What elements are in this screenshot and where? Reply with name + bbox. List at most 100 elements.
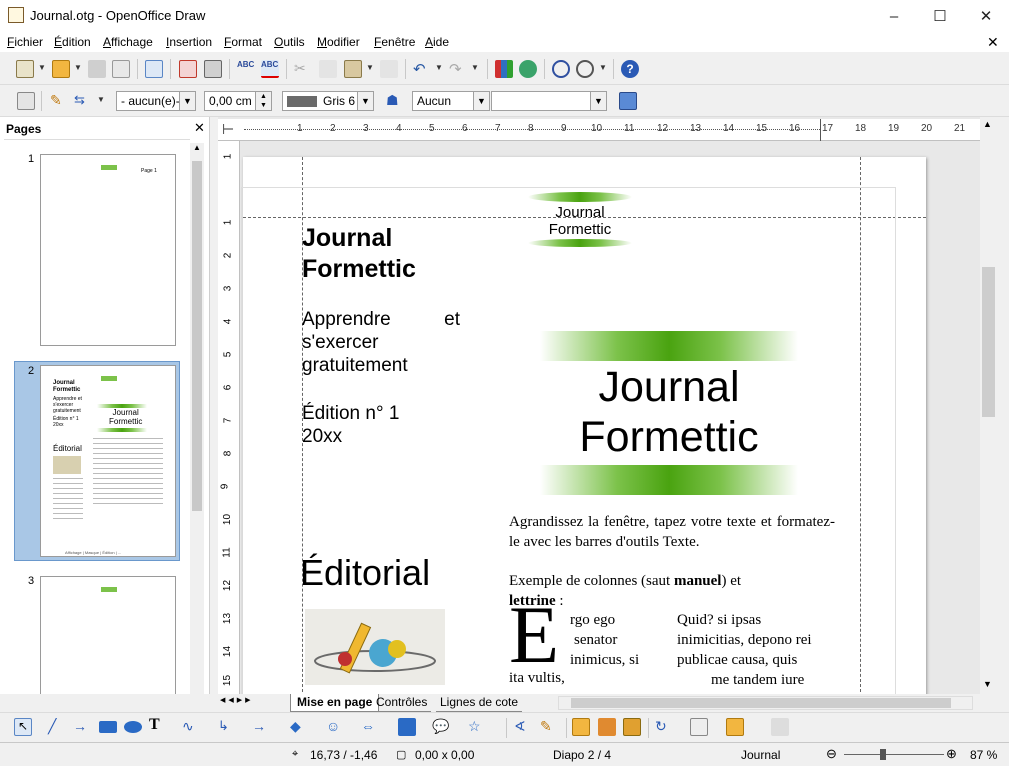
scroll-thumb[interactable] (982, 267, 995, 417)
chevron-down-icon[interactable]: ▼ (599, 63, 607, 72)
chevron-down-icon[interactable]: ▼ (74, 63, 82, 72)
stars-icon[interactable]: ☆ (468, 718, 486, 736)
menu-format[interactable]: Format (224, 35, 262, 49)
vertical-ruler[interactable]: 1 1 2 3 4 5 6 7 8 9 10 11 12 13 14 15 (218, 141, 240, 694)
align-icon[interactable] (690, 718, 708, 736)
tab-stop-icon[interactable]: ⊢ (222, 121, 234, 138)
zoom-slider-handle[interactable] (880, 749, 886, 760)
chevron-down-icon[interactable]: ▼ (366, 63, 374, 72)
master-name[interactable]: Journal (741, 748, 780, 762)
maximize-button[interactable]: ☐ (917, 0, 963, 32)
cut-icon[interactable]: ✂ (294, 60, 312, 78)
area-value-select[interactable]: ▼ (491, 91, 607, 111)
rectangle-icon[interactable] (99, 721, 117, 733)
menu-outils[interactable]: Outils (274, 35, 305, 49)
select-icon[interactable]: ↖ (14, 718, 32, 736)
chart-icon[interactable] (495, 60, 513, 78)
styles-icon[interactable] (17, 92, 35, 110)
minimize-button[interactable]: – (871, 0, 917, 32)
line-icon[interactable]: ✎ (50, 92, 68, 110)
navigator-icon[interactable] (552, 60, 570, 78)
arrange-icon[interactable] (726, 718, 744, 736)
spellcheck-icon[interactable]: ABC (237, 60, 255, 78)
arrow-line-icon[interactable]: → (73, 718, 91, 736)
connector-icon[interactable]: ↳ (218, 718, 236, 736)
copy-icon[interactable] (319, 60, 337, 78)
from-file-icon[interactable] (598, 718, 616, 736)
zoom-icon[interactable] (576, 60, 594, 78)
scroll-thumb[interactable] (571, 698, 951, 708)
scroll-down-icon[interactable]: ▼ (983, 679, 992, 689)
zoom-out-icon[interactable]: ⊖ (826, 746, 837, 762)
menu-affichage[interactable]: Affichage (103, 35, 153, 49)
line-width-stepper[interactable]: 0,00 cm ▲ ▼ (204, 91, 272, 111)
open-icon[interactable] (52, 60, 70, 78)
fontwork-gallery-icon[interactable] (572, 718, 590, 736)
area-style-select[interactable]: Aucun ▼ (412, 91, 490, 111)
flowchart-icon[interactable] (398, 718, 416, 736)
menu-fenetre[interactable]: Fenêtre (374, 35, 415, 49)
arrow-style-icon[interactable]: ⇆ (74, 92, 92, 110)
points-icon[interactable]: ∢ (514, 718, 532, 736)
basic-shapes-icon[interactable]: ◆ (290, 718, 308, 736)
block-arrows-icon[interactable]: ⇔ (361, 718, 379, 736)
edit-file-icon[interactable] (145, 60, 163, 78)
chevron-down-icon[interactable]: ▼ (38, 63, 46, 72)
chevron-down-icon[interactable]: ▼ (471, 63, 479, 72)
panel-scrollbar[interactable]: ▲ (190, 143, 204, 694)
slide-page[interactable]: Journal Formettic Journal Formettic Appren… (241, 157, 926, 697)
zoom-slider[interactable] (844, 754, 944, 755)
symbol-shapes-icon[interactable]: ☺ (326, 718, 344, 736)
callouts-icon[interactable]: 💬 (432, 718, 450, 736)
tab-lignes-de-cote[interactable]: Lignes de cote (436, 694, 523, 712)
menu-edition[interactable]: Édition (54, 35, 91, 49)
page-thumbnail-3[interactable] (40, 576, 176, 694)
zoom-in-icon[interactable]: ⊕ (946, 746, 957, 762)
gallery-icon[interactable] (623, 718, 641, 736)
lines-arrows-icon[interactable]: → (252, 718, 270, 736)
undo-icon[interactable]: ↶ (413, 60, 431, 78)
clone-format-icon[interactable] (380, 60, 398, 78)
new-icon[interactable] (16, 60, 34, 78)
menu-aide[interactable]: Aide (425, 35, 449, 49)
autospellcheck-icon[interactable]: ABC (261, 60, 279, 78)
redo-icon[interactable]: ↷ (449, 60, 467, 78)
tab-mise-en-page[interactable]: Mise en page (290, 694, 380, 712)
line-style-select[interactable]: - aucun(e)- ▼ (116, 91, 196, 111)
shadow-icon[interactable] (619, 92, 637, 110)
panel-splitter[interactable] (210, 117, 218, 694)
ellipse-icon[interactable] (124, 721, 142, 733)
email-icon[interactable] (112, 60, 130, 78)
chevron-down-icon[interactable]: ▼ (97, 95, 105, 104)
glue-points-icon[interactable]: ✎ (540, 718, 558, 736)
fontwork-icon[interactable] (519, 60, 537, 78)
tab-nav-arrows[interactable]: ◀◀▶▶ (220, 696, 280, 710)
page-thumbnail-1[interactable]: Page 1 (40, 154, 176, 346)
close-document-icon[interactable]: ✕ (987, 34, 999, 51)
text-icon[interactable]: T (149, 716, 167, 734)
page-thumbnail-2[interactable]: Journal Formettic Apprendre et s'exercer gr… (40, 365, 176, 557)
export-pdf-icon[interactable] (179, 60, 197, 78)
extrusion-icon[interactable] (771, 718, 789, 736)
help-icon[interactable]: ? (621, 60, 639, 78)
line-tool-icon[interactable]: ╱ (48, 718, 66, 736)
close-panel-icon[interactable]: ✕ (194, 120, 205, 136)
rotate-icon[interactable]: ↻ (655, 718, 673, 736)
scroll-thumb[interactable] (192, 161, 202, 511)
paste-icon[interactable] (344, 60, 362, 78)
scroll-up-icon[interactable]: ▲ (190, 143, 204, 157)
menu-fichier[interactable]: Fichier (7, 35, 43, 49)
horizontal-ruler[interactable]: ⊢ 1 2 3 4 5 6 7 8 9 10 11 12 13 14 15 16… (218, 119, 980, 141)
print-icon[interactable] (204, 60, 222, 78)
horizontal-scrollbar[interactable] (558, 696, 973, 710)
vertical-scrollbar[interactable]: ▲ ▼ (980, 117, 997, 694)
curve-icon[interactable]: ∿ (182, 718, 200, 736)
area-icon[interactable]: ☗ (386, 92, 404, 110)
menu-insertion[interactable]: Insertion (166, 35, 212, 49)
close-button[interactable]: ✕ (963, 0, 1009, 32)
tab-controles[interactable]: Contrôles (372, 694, 432, 712)
chevron-down-icon[interactable]: ▼ (435, 63, 443, 72)
line-color-select[interactable]: Gris 6 ▼ (282, 91, 374, 111)
save-icon[interactable] (88, 60, 106, 78)
scroll-up-icon[interactable]: ▲ (983, 119, 992, 129)
